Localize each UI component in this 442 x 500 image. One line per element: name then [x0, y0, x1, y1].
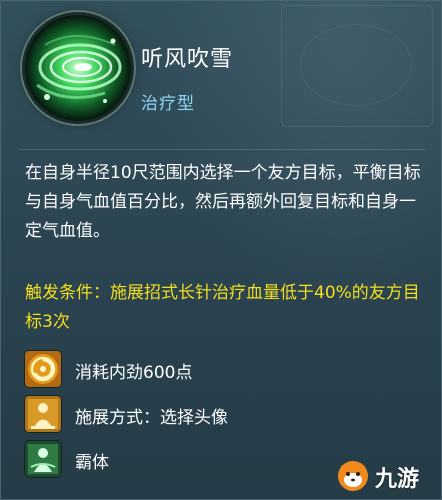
trigger-condition: 触发条件：施展招式长针治疗血量低于40%的友方目标3次 — [25, 283, 420, 332]
watermark-text: 九游 — [375, 467, 420, 492]
attribute-label-cast-method: 施展方式：选择头像 — [75, 408, 228, 428]
inner-force-swirl-icon — [25, 351, 61, 387]
cast-method-figure-icon — [25, 396, 61, 432]
super-armor-figure-icon — [25, 441, 61, 477]
attribute-label-cost: 消耗内劲600点 — [75, 363, 193, 383]
attribute-row-super-armor: 霸体 — [25, 441, 325, 479]
watermark: 九游 — [335, 457, 435, 493]
skill-type: 治疗型 — [141, 94, 195, 114]
skill-description: 在自身半径10尺范围内选择一个友方目标，平衡目标与自身气血值百分比，然后再额外回… — [25, 163, 421, 241]
jiuyou-fox-logo — [338, 461, 368, 491]
attribute-row-cost: 消耗内劲600点 — [25, 351, 325, 389]
skill-tooltip-panel: 听风吹雪 治疗型 在自身半径10尺范围内选择一个友方目标，平衡目标与自身气血值百… — [0, 0, 442, 500]
skill-icon — [25, 15, 131, 121]
attribute-label-super-armor: 霸体 — [75, 453, 109, 473]
skill-name: 听风吹雪 — [141, 47, 234, 72]
green-wind-spiral-icon — [25, 15, 131, 121]
decorative-frame — [281, 5, 433, 127]
divider — [19, 149, 425, 150]
attribute-row-cast-method: 施展方式：选择头像 — [25, 396, 325, 434]
